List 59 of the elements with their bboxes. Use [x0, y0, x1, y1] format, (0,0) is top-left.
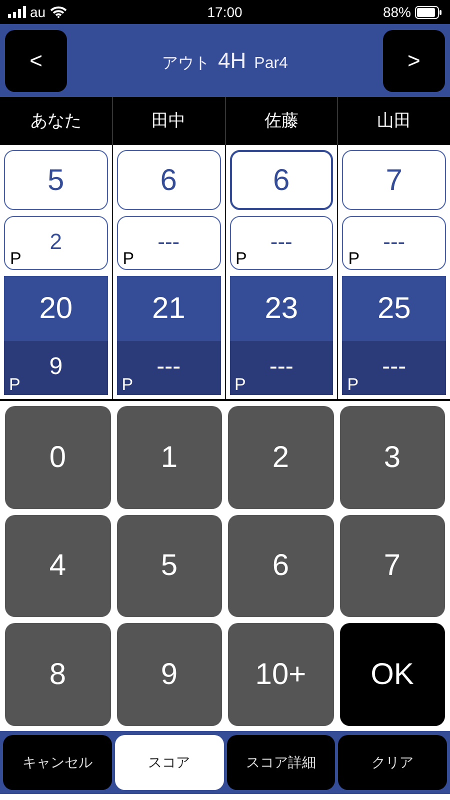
number-key[interactable]: 6 — [228, 514, 334, 618]
carrier-name: au — [30, 2, 46, 22]
player-name: 山田 — [337, 97, 450, 145]
number-key[interactable]: 1 — [116, 406, 222, 509]
ok-button[interactable]: OK — [340, 623, 445, 726]
battery-percent: 88% — [382, 2, 411, 22]
putt-field[interactable]: P --- — [230, 216, 334, 270]
number-key[interactable]: 5 — [116, 514, 222, 618]
score-field[interactable]: 5 — [4, 150, 108, 210]
putt-field[interactable]: P --- — [342, 216, 446, 270]
putt-label: P — [348, 250, 360, 267]
total-score: 21 — [116, 276, 220, 341]
number-key[interactable]: 8 — [5, 623, 110, 726]
previous-hole-button[interactable]: < — [5, 30, 67, 92]
tab[interactable]: スコア詳細 — [226, 735, 336, 790]
total-score: 23 — [230, 276, 334, 341]
tab[interactable]: クリア — [338, 735, 447, 790]
putt-label: P — [9, 376, 20, 393]
par-label: Par4 — [254, 54, 288, 74]
putt-label: P — [234, 376, 246, 393]
score-field[interactable]: 6 — [230, 150, 334, 210]
putt-value: --- — [158, 228, 180, 256]
putt-field[interactable]: P 2 — [4, 216, 108, 270]
number-key[interactable]: 4 — [5, 514, 110, 618]
putt-label: P — [347, 376, 359, 393]
course-name: アウト — [162, 54, 210, 74]
tab[interactable]: キャンセル — [3, 735, 112, 790]
tab[interactable]: スコア — [114, 735, 224, 790]
player-name: 佐藤 — [224, 97, 338, 145]
putt-label: P — [10, 250, 22, 267]
total-putt-value: --- — [382, 352, 406, 382]
player-name: 田中 — [112, 97, 224, 145]
wifi-icon — [50, 6, 67, 18]
putt-field[interactable]: P --- — [116, 216, 220, 270]
putt-value: 2 — [50, 228, 62, 256]
next-hole-button[interactable]: > — [382, 30, 445, 92]
player-name: あなた — [29, 110, 82, 132]
signal-icon — [8, 6, 26, 18]
total-putt-value: --- — [269, 352, 294, 382]
score-field[interactable]: 7 — [342, 150, 446, 210]
number-key[interactable]: 10+ — [228, 623, 334, 726]
putt-label: P — [122, 250, 134, 267]
total-score: 20 — [4, 276, 108, 341]
putt-value: --- — [270, 228, 292, 256]
putt-value: --- — [383, 228, 406, 256]
battery-icon — [415, 6, 442, 18]
total-putt-value: --- — [156, 352, 181, 382]
putt-label: P — [122, 376, 134, 393]
total-score: 25 — [342, 276, 446, 341]
hole-number: 4H — [218, 47, 246, 75]
total-putt-value: 9 — [49, 352, 63, 382]
number-key[interactable]: 9 — [116, 623, 222, 726]
number-key[interactable]: 0 — [5, 406, 110, 509]
status-time: 17:00 — [207, 2, 242, 22]
score-field[interactable]: 6 — [116, 150, 220, 210]
number-key[interactable]: 3 — [340, 406, 445, 509]
putt-label: P — [236, 250, 247, 267]
number-key[interactable]: 2 — [228, 406, 334, 509]
number-key[interactable]: 7 — [340, 514, 445, 618]
